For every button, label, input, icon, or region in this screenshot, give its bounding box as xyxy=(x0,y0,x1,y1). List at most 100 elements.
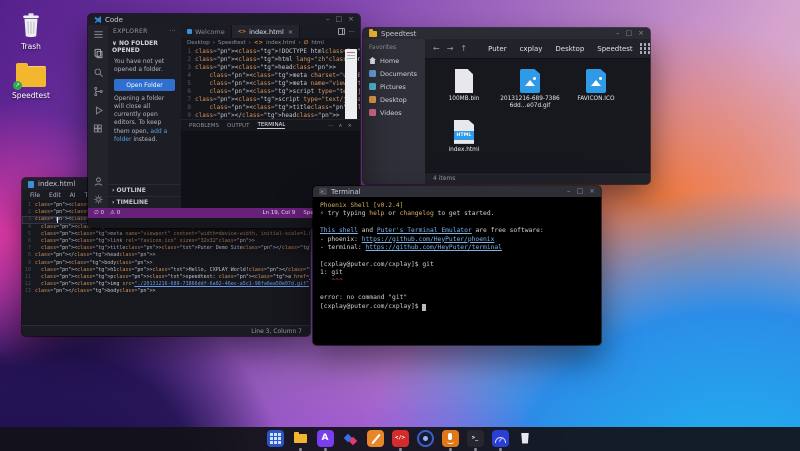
breadcrumb-item-cxplay[interactable]: cxplay xyxy=(520,45,543,53)
settings-gear-icon[interactable] xyxy=(92,193,104,205)
tab-index-html[interactable]: <>index.html× xyxy=(232,25,301,38)
source-control-icon[interactable] xyxy=(92,85,104,97)
code-text: class="pn"><class="tg">html lang="zh"cla… xyxy=(195,56,360,64)
outline-section[interactable]: › OUTLINE xyxy=(108,184,181,196)
editor-taskbar-icon[interactable] xyxy=(367,430,384,447)
file-item[interactable]: 20131216-689-73866dd…e07d.gif xyxy=(497,67,563,110)
terminal-text: try typing xyxy=(328,210,370,217)
minimize-icon[interactable]: – xyxy=(567,188,571,195)
desktop-icon-speedtest[interactable]: ↗ Speedtest xyxy=(8,62,54,100)
terminal-text: [cxplay@puter.com/cxplay]$ xyxy=(320,303,422,310)
panel-action-icon[interactable]: ··· xyxy=(328,123,333,129)
terminal-link[interactable]: Puter's Terminal Emulator xyxy=(377,227,472,234)
dev-center-taskbar-icon[interactable] xyxy=(342,430,359,447)
close-icon[interactable]: × xyxy=(589,188,595,195)
maximize-icon[interactable]: □ xyxy=(626,30,633,37)
status-item[interactable]: Ln 19, Col 9 xyxy=(262,210,295,216)
menu-item-edit[interactable]: Edit xyxy=(49,192,61,199)
speedtest-taskbar-icon[interactable] xyxy=(492,430,509,447)
terminal-output[interactable]: Phoenix Shell [v0.2.4]⚡ try typing help … xyxy=(313,197,601,345)
terminal-link[interactable]: https://github.com/HeyPuter/phoenix xyxy=(362,236,495,243)
maximize-icon[interactable]: □ xyxy=(336,16,343,23)
sidebar-item-documents[interactable]: Documents xyxy=(363,67,425,80)
taskbar: A </> >_ xyxy=(0,427,800,451)
vscode-titlebar[interactable]: Code – □ × xyxy=(88,14,360,25)
account-icon[interactable] xyxy=(92,175,104,187)
breadcrumb-separator: › xyxy=(249,40,251,46)
panel-tab-output[interactable]: OUTPUT xyxy=(227,123,249,129)
breadcrumb-item[interactable]: html xyxy=(311,40,324,46)
desktop-icon-trash[interactable]: Trash xyxy=(8,12,54,51)
minimize-icon[interactable]: – xyxy=(326,16,330,23)
terminal-link[interactable]: https://github.com/HeyPuter/terminal xyxy=(366,244,502,251)
no-folder-section-header[interactable]: ∨ NO FOLDER OPENED xyxy=(108,38,181,56)
breadcrumb-item[interactable]: Speedtest xyxy=(218,40,246,46)
code-taskbar-icon[interactable]: </> xyxy=(392,430,409,447)
close-tab-icon[interactable]: × xyxy=(288,28,293,36)
terminal-link[interactable]: This shell xyxy=(320,227,358,234)
files-titlebar[interactable]: Speedtest – □ × xyxy=(363,28,650,39)
file-item[interactable]: FAVICON.ICO xyxy=(563,67,629,110)
file-item[interactable]: HTMLindex.html xyxy=(431,118,497,154)
launcher-taskbar-icon[interactable] xyxy=(267,430,284,447)
explorer-icon[interactable] xyxy=(92,47,104,59)
sidebar-item-desktop[interactable]: Desktop xyxy=(363,93,425,106)
file-icon-wrap xyxy=(563,67,629,93)
grid-view-icon[interactable] xyxy=(640,43,642,46)
sidebar-item-pictures[interactable]: Pictures xyxy=(363,80,425,93)
close-icon[interactable]: × xyxy=(638,30,644,37)
trash-taskbar-icon[interactable] xyxy=(517,430,534,447)
code-text: class="pn"><class="tg">bodyclass="pn">> xyxy=(35,260,152,267)
explorer-more-icon[interactable]: ··· xyxy=(169,28,176,35)
code-line: 2class="pn"><class="tg">html lang="zh"cl… xyxy=(181,56,360,64)
window-terminal[interactable]: >_ Terminal – □ × Phoenix Shell [v0.2.4]… xyxy=(313,186,601,345)
tab-welcome[interactable]: Welcome xyxy=(181,25,232,38)
file-name: 100MB.bin xyxy=(431,96,497,103)
terminal-titlebar[interactable]: >_ Terminal – □ × xyxy=(313,186,601,197)
close-icon[interactable]: × xyxy=(348,16,354,23)
terminal-text: or xyxy=(384,210,399,217)
running-indicator-dot xyxy=(399,448,402,451)
breadcrumb-item-puter[interactable]: Puter xyxy=(488,45,506,53)
sidebar-item-videos[interactable]: Videos xyxy=(363,106,425,119)
split-editor-icon[interactable] xyxy=(338,28,345,35)
panel-action-icon[interactable]: × xyxy=(347,123,352,129)
file-item[interactable]: 100MB.bin xyxy=(431,67,497,110)
menu-icon[interactable] xyxy=(92,28,104,40)
line-number: 13 xyxy=(22,288,35,295)
menu-item-file[interactable]: File xyxy=(30,192,40,199)
extensions-icon[interactable] xyxy=(92,123,104,135)
panel-action-icon[interactable]: ∧ xyxy=(338,123,342,129)
editor-more-icon[interactable]: ··· xyxy=(349,28,355,36)
terminal-taskbar-icon[interactable]: >_ xyxy=(467,430,484,447)
panel-tab-problems[interactable]: PROBLEMS xyxy=(189,123,219,129)
item-count: 4 items xyxy=(433,175,455,182)
warnings-status[interactable]: ⚠ 0 xyxy=(110,210,120,216)
window-file-manager[interactable]: Speedtest – □ × Favorites HomeDocumentsP… xyxy=(363,28,650,184)
breadcrumb-item[interactable]: index.html xyxy=(266,40,295,46)
breadcrumb-item[interactable]: Desktop xyxy=(187,40,210,46)
forward-icon[interactable]: → xyxy=(447,44,454,53)
recorder-taskbar-icon[interactable] xyxy=(442,430,459,447)
breadcrumb: Desktop›Speedtest›<>index.html›∅html xyxy=(181,38,360,47)
panel-tab-terminal[interactable]: TERMINAL xyxy=(257,122,285,129)
line-number: 3 xyxy=(181,64,195,72)
files-taskbar-icon[interactable] xyxy=(292,430,309,447)
sidebar-item-home[interactable]: Home xyxy=(363,54,425,67)
up-icon[interactable]: ↑ xyxy=(460,44,467,53)
vscode-code-area[interactable]: 1class="pn"><class="tg">!DOCTYPE htmlcla… xyxy=(181,47,360,119)
minimap[interactable] xyxy=(345,49,357,119)
breadcrumb-item-desktop[interactable]: Desktop xyxy=(555,45,584,53)
minimize-icon[interactable]: – xyxy=(616,30,620,37)
app-center-taskbar-icon[interactable]: A xyxy=(317,430,334,447)
problems-status[interactable]: ∅ 0 xyxy=(94,210,104,216)
open-folder-button[interactable]: Open Folder xyxy=(114,79,175,91)
back-icon[interactable]: ← xyxy=(433,44,440,53)
camera-taskbar-icon[interactable] xyxy=(417,430,434,447)
run-debug-icon[interactable] xyxy=(92,104,104,116)
search-icon[interactable] xyxy=(92,66,104,78)
timeline-section[interactable]: › TIMELINE xyxy=(108,196,181,208)
menu-item-ai[interactable]: AI xyxy=(70,192,76,199)
breadcrumb-item-speedtest[interactable]: Speedtest xyxy=(597,45,632,53)
maximize-icon[interactable]: □ xyxy=(577,188,584,195)
